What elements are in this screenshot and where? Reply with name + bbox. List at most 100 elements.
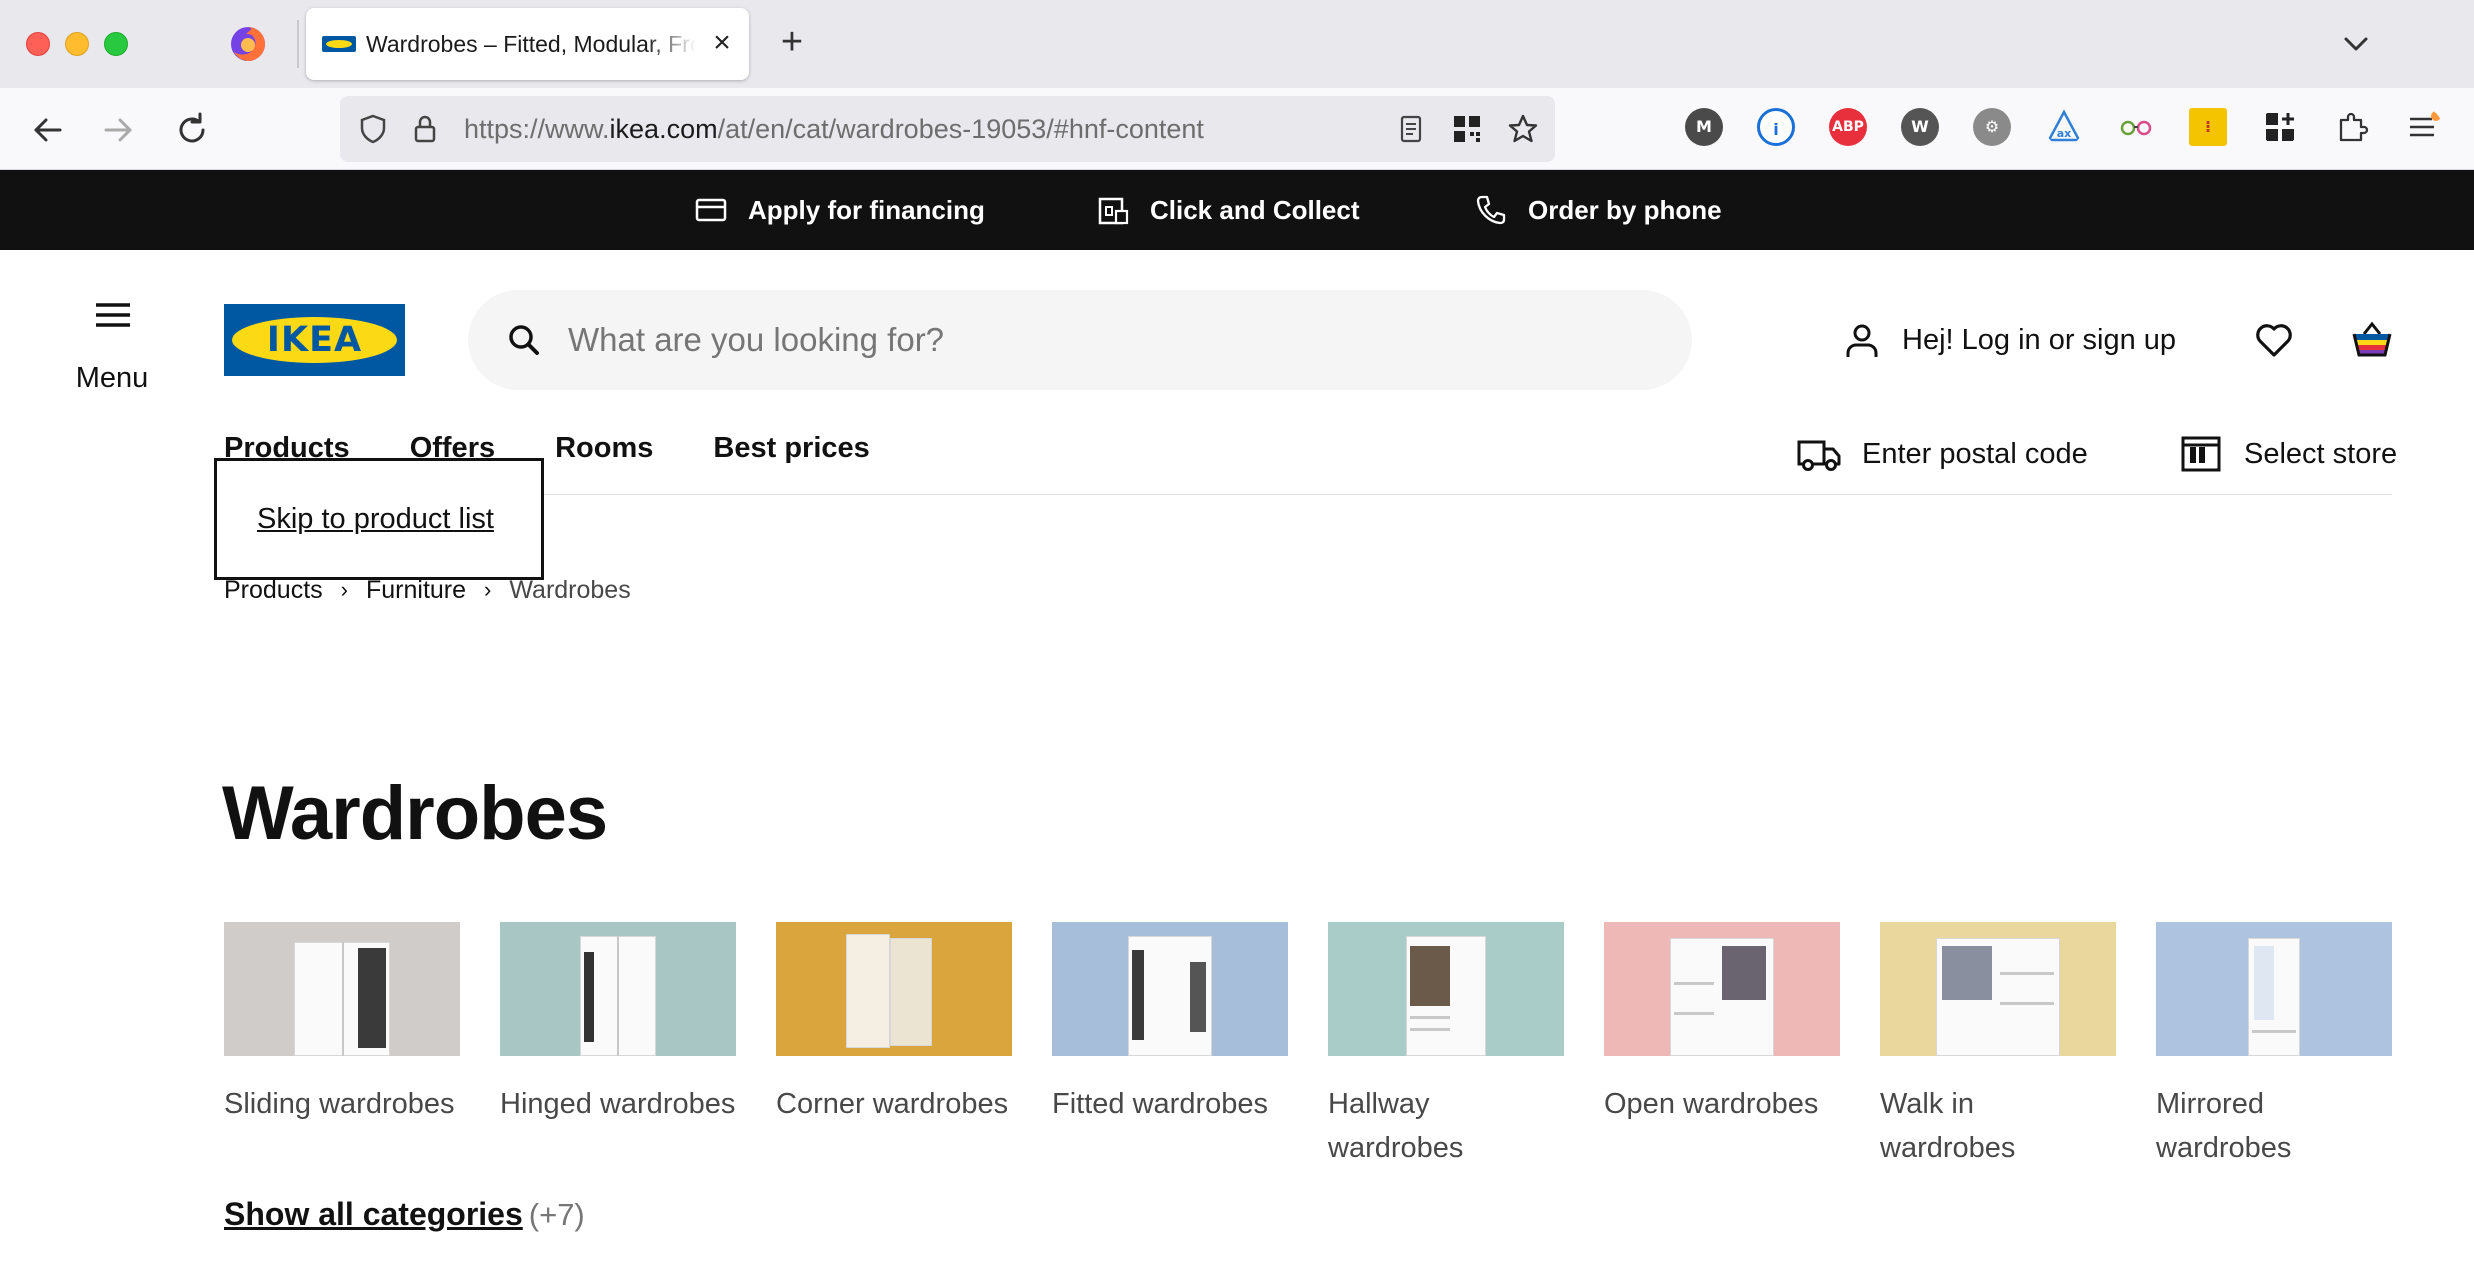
url-bar[interactable]: https://www.ikea.com/at/en/cat/wardrobes… <box>340 96 1555 162</box>
reader-view-icon[interactable] <box>1394 112 1428 146</box>
logo-text: IKEA <box>266 320 363 360</box>
page-title: Wardrobes <box>222 771 608 856</box>
category-label: Open wardrobes <box>1604 1088 1819 1120</box>
extensions-puzzle-icon[interactable] <box>2333 108 2371 146</box>
postal-code-button[interactable]: Enter postal code <box>1796 432 2088 476</box>
category-mirrored-wardrobes[interactable]: Mirrored wardrobes <box>2156 922 2392 1170</box>
active-tab[interactable]: Wardrobes – Fitted, Modular, Free-standi… <box>306 8 749 80</box>
category-hallway-wardrobes[interactable]: Hallway wardrobes <box>1328 922 1564 1170</box>
tab-list-chevron-down-icon[interactable] <box>2336 24 2376 64</box>
store-pickup-icon <box>1098 197 1129 225</box>
category-label: Mirrored wardrobes <box>2156 1088 2292 1164</box>
window-zoom-button[interactable] <box>104 32 128 56</box>
order-by-phone-link[interactable]: Order by phone <box>1474 170 1722 250</box>
category-sliding-wardrobes[interactable]: Sliding wardrobes <box>224 922 460 1126</box>
tracking-shield-icon[interactable] <box>356 112 390 146</box>
category-image <box>776 922 1012 1056</box>
tab-separator <box>297 20 299 68</box>
user-icon <box>1846 324 1878 357</box>
adblock-plus-icon[interactable]: ABP <box>1829 108 1867 146</box>
category-label: Hallway wardrobes <box>1328 1088 1464 1164</box>
breadcrumb-chevron-icon: › <box>484 577 492 602</box>
url-text[interactable]: https://www.ikea.com/at/en/cat/wardrobes… <box>464 113 1204 145</box>
shopping-bag-icon[interactable] <box>2350 318 2394 362</box>
svg-text:ax: ax <box>2057 127 2072 140</box>
reload-icon[interactable] <box>170 108 214 152</box>
window-minimize-button[interactable] <box>65 32 89 56</box>
category-image <box>1604 922 1840 1056</box>
breadcrumb-chevron-icon: › <box>340 577 348 602</box>
search-bar[interactable] <box>468 290 1692 390</box>
breadcrumb-products[interactable]: Products <box>224 576 323 605</box>
ikea-favicon-icon <box>322 36 356 52</box>
show-all-categories: Show all categories (+7) <box>224 1196 585 1233</box>
gear-extension-icon[interactable]: ⚙ <box>1973 108 2011 146</box>
category-fitted-wardrobes[interactable]: Fitted wardrobes <box>1052 922 1288 1126</box>
select-store-label: Select store <box>2244 437 2398 470</box>
nav-divider <box>224 494 2392 495</box>
category-image <box>1328 922 1564 1056</box>
browser-tab-bar: Wardrobes – Fitted, Modular, Free-standi… <box>0 0 2474 88</box>
window-close-button[interactable] <box>26 32 50 56</box>
bookmark-star-icon[interactable] <box>1506 112 1540 146</box>
select-store-button[interactable]: Select store <box>2178 432 2397 476</box>
breadcrumb-wardrobes: Wardrobes <box>509 575 631 604</box>
delivery-truck-icon <box>1797 440 1841 471</box>
category-hinged-wardrobes[interactable]: Hinged wardrobes <box>500 922 736 1126</box>
search-input[interactable] <box>568 314 1648 366</box>
browser-nav-bar: https://www.ikea.com/at/en/cat/wardrobes… <box>0 88 2474 170</box>
ikea-logo[interactable]: IKEA <box>224 304 405 376</box>
category-image <box>1052 922 1288 1056</box>
category-open-wardrobes[interactable]: Open wardrobes <box>1604 922 1840 1126</box>
grid-plus-extension-icon[interactable] <box>2261 108 2299 146</box>
new-tab-plus-icon[interactable]: + <box>772 22 812 62</box>
back-arrow-icon[interactable] <box>26 108 70 152</box>
service-bar: Apply for financing Click and Collect Or… <box>0 170 2474 250</box>
m-extension-icon[interactable]: M <box>1685 108 1723 146</box>
phone-icon <box>1476 195 1506 225</box>
show-all-count: (+7) <box>528 1197 585 1232</box>
click-and-collect-label: Click and Collect <box>1150 194 1360 225</box>
hamburger-icon <box>96 303 130 327</box>
breadcrumb: Products › Furniture › Wardrobes <box>224 574 631 606</box>
firefox-icon[interactable] <box>228 24 268 64</box>
category-image <box>224 922 460 1056</box>
nav-best-prices[interactable]: Best prices <box>713 432 869 476</box>
onepassword-icon[interactable]: i <box>1757 108 1795 146</box>
breadcrumb-furniture[interactable]: Furniture <box>366 576 466 605</box>
w-extension-icon[interactable]: W <box>1901 108 1939 146</box>
category-label: Corner wardrobes <box>776 1088 1009 1120</box>
tab-close-icon[interactable]: × <box>706 28 738 60</box>
search-icon <box>509 325 539 355</box>
login-link[interactable]: Hej! Log in or sign up <box>1842 318 2176 362</box>
skip-link-label: Skip to product list <box>257 503 494 535</box>
tab-title: Wardrobes – Fitted, Modular, Free-standi… <box>366 31 696 57</box>
apply-financing-link[interactable]: Apply for financing <box>694 170 985 250</box>
category-label: Fitted wardrobes <box>1052 1088 1268 1120</box>
category-list: Sliding wardrobes Hinged wardrobes Corne… <box>224 922 2394 1172</box>
qr-code-icon[interactable] <box>1450 112 1484 146</box>
category-label: Walk in wardrobes <box>1880 1088 2016 1164</box>
login-label: Hej! Log in or sign up <box>1902 323 2177 356</box>
apply-financing-label: Apply for financing <box>748 194 985 225</box>
category-image <box>1880 922 2116 1056</box>
skip-to-product-list-link[interactable]: Skip to product list <box>214 458 544 580</box>
show-all-categories-link[interactable]: Show all categories <box>224 1196 523 1232</box>
ax-extension-icon[interactable]: ax <box>2045 108 2083 146</box>
category-image <box>500 922 736 1056</box>
app-menu-icon[interactable] <box>2404 108 2442 146</box>
forward-arrow-icon[interactable] <box>96 108 140 152</box>
menu-label: Menu <box>75 362 149 394</box>
category-walk-in-wardrobes[interactable]: Walk in wardrobes <box>1880 922 2116 1170</box>
category-label: Sliding wardrobes <box>224 1088 455 1120</box>
glasses-extension-icon[interactable] <box>2117 108 2155 146</box>
heart-icon[interactable] <box>2252 318 2296 362</box>
click-and-collect-link[interactable]: Click and Collect <box>1096 170 1360 250</box>
category-corner-wardrobes[interactable]: Corner wardrobes <box>776 922 1012 1126</box>
nav-rooms[interactable]: Rooms <box>555 432 653 476</box>
lock-icon[interactable] <box>408 112 442 146</box>
yellow-extension-icon[interactable]: ⁝ <box>2189 108 2227 146</box>
hamburger-menu-button[interactable]: Menu <box>60 290 164 400</box>
store-icon <box>2181 436 2221 472</box>
credit-card-icon <box>695 198 727 222</box>
